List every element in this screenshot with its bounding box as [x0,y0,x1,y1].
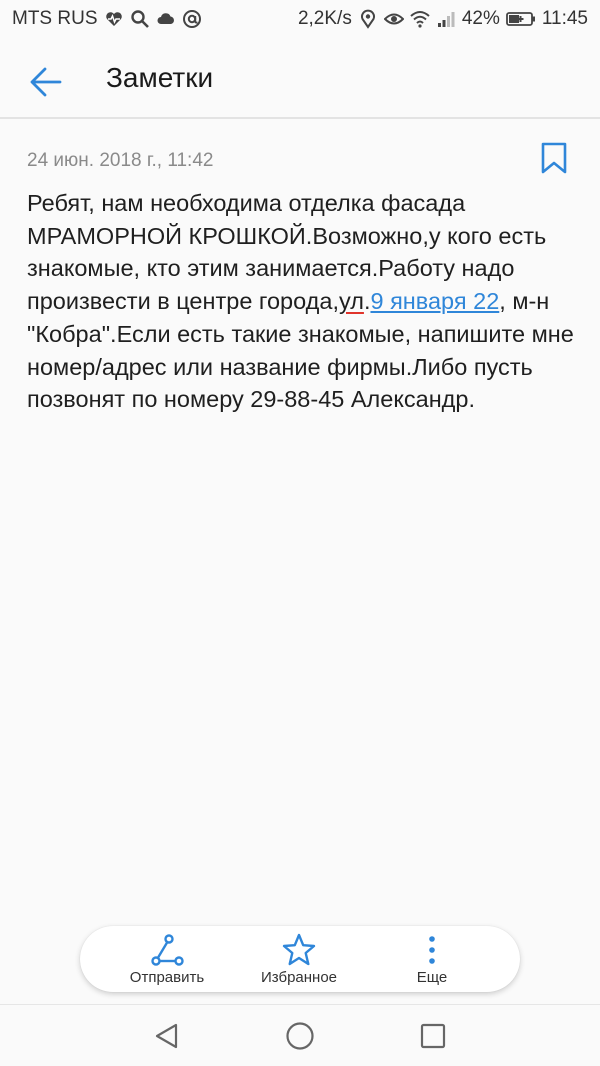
square-recent-icon [420,1023,446,1049]
nav-recent-button[interactable] [416,1019,450,1053]
bookmark-button[interactable] [538,140,570,176]
system-nav-bar [0,1005,600,1066]
action-bar: Отправить Избранное Еще [80,926,520,992]
app-bar: Заметки [0,38,600,118]
status-bar: MTS RUS 2,2K/s 42% 11:45 [0,0,600,38]
battery-percent: 42% [461,8,500,29]
location-icon [358,9,378,29]
battery-icon [505,9,536,29]
misspelled-word: ул [338,288,364,315]
cloud-icon [156,9,176,29]
note-date: 24 июн. 2018 г., 11:42 [27,150,214,171]
status-left: MTS RUS [12,8,202,30]
nav-back-button[interactable] [150,1019,184,1053]
more-vertical-icon [414,932,450,968]
network-speed: 2,2K/s [297,8,352,29]
at-icon [182,9,202,29]
eye-icon [383,9,404,29]
wifi-icon [410,9,430,29]
send-button[interactable]: Отправить [102,926,232,992]
page-title: Заметки [106,62,214,93]
note-body[interactable]: Ребят, нам необходима отделка фасада МРА… [27,187,577,416]
more-label: Еще [416,969,448,986]
send-label: Отправить [129,969,205,986]
bookmark-icon [541,142,567,174]
carrier-name: MTS RUS [12,8,98,29]
circle-home-icon [286,1022,314,1050]
date-link[interactable]: 9 января 22 [370,288,499,314]
nav-home-button[interactable] [283,1019,317,1053]
triangle-back-icon [155,1023,178,1049]
share-icon [149,932,185,968]
star-icon [281,932,317,968]
search-icon [130,9,150,29]
status-right: 2,2K/s 42% 11:45 [298,8,588,30]
heart-rate-icon [104,9,124,29]
back-button[interactable] [24,60,68,104]
arrow-left-icon [30,67,62,97]
clock: 11:45 [541,8,588,29]
screen: MTS RUS 2,2K/s 42% 11:45 Заметки 24 июн.… [0,0,600,1066]
favorite-button[interactable]: Избранное [234,926,364,992]
signal-icon [436,9,456,29]
favorite-label: Избранное [260,969,338,986]
more-button[interactable]: Еще [367,926,497,992]
header-divider [0,117,600,119]
